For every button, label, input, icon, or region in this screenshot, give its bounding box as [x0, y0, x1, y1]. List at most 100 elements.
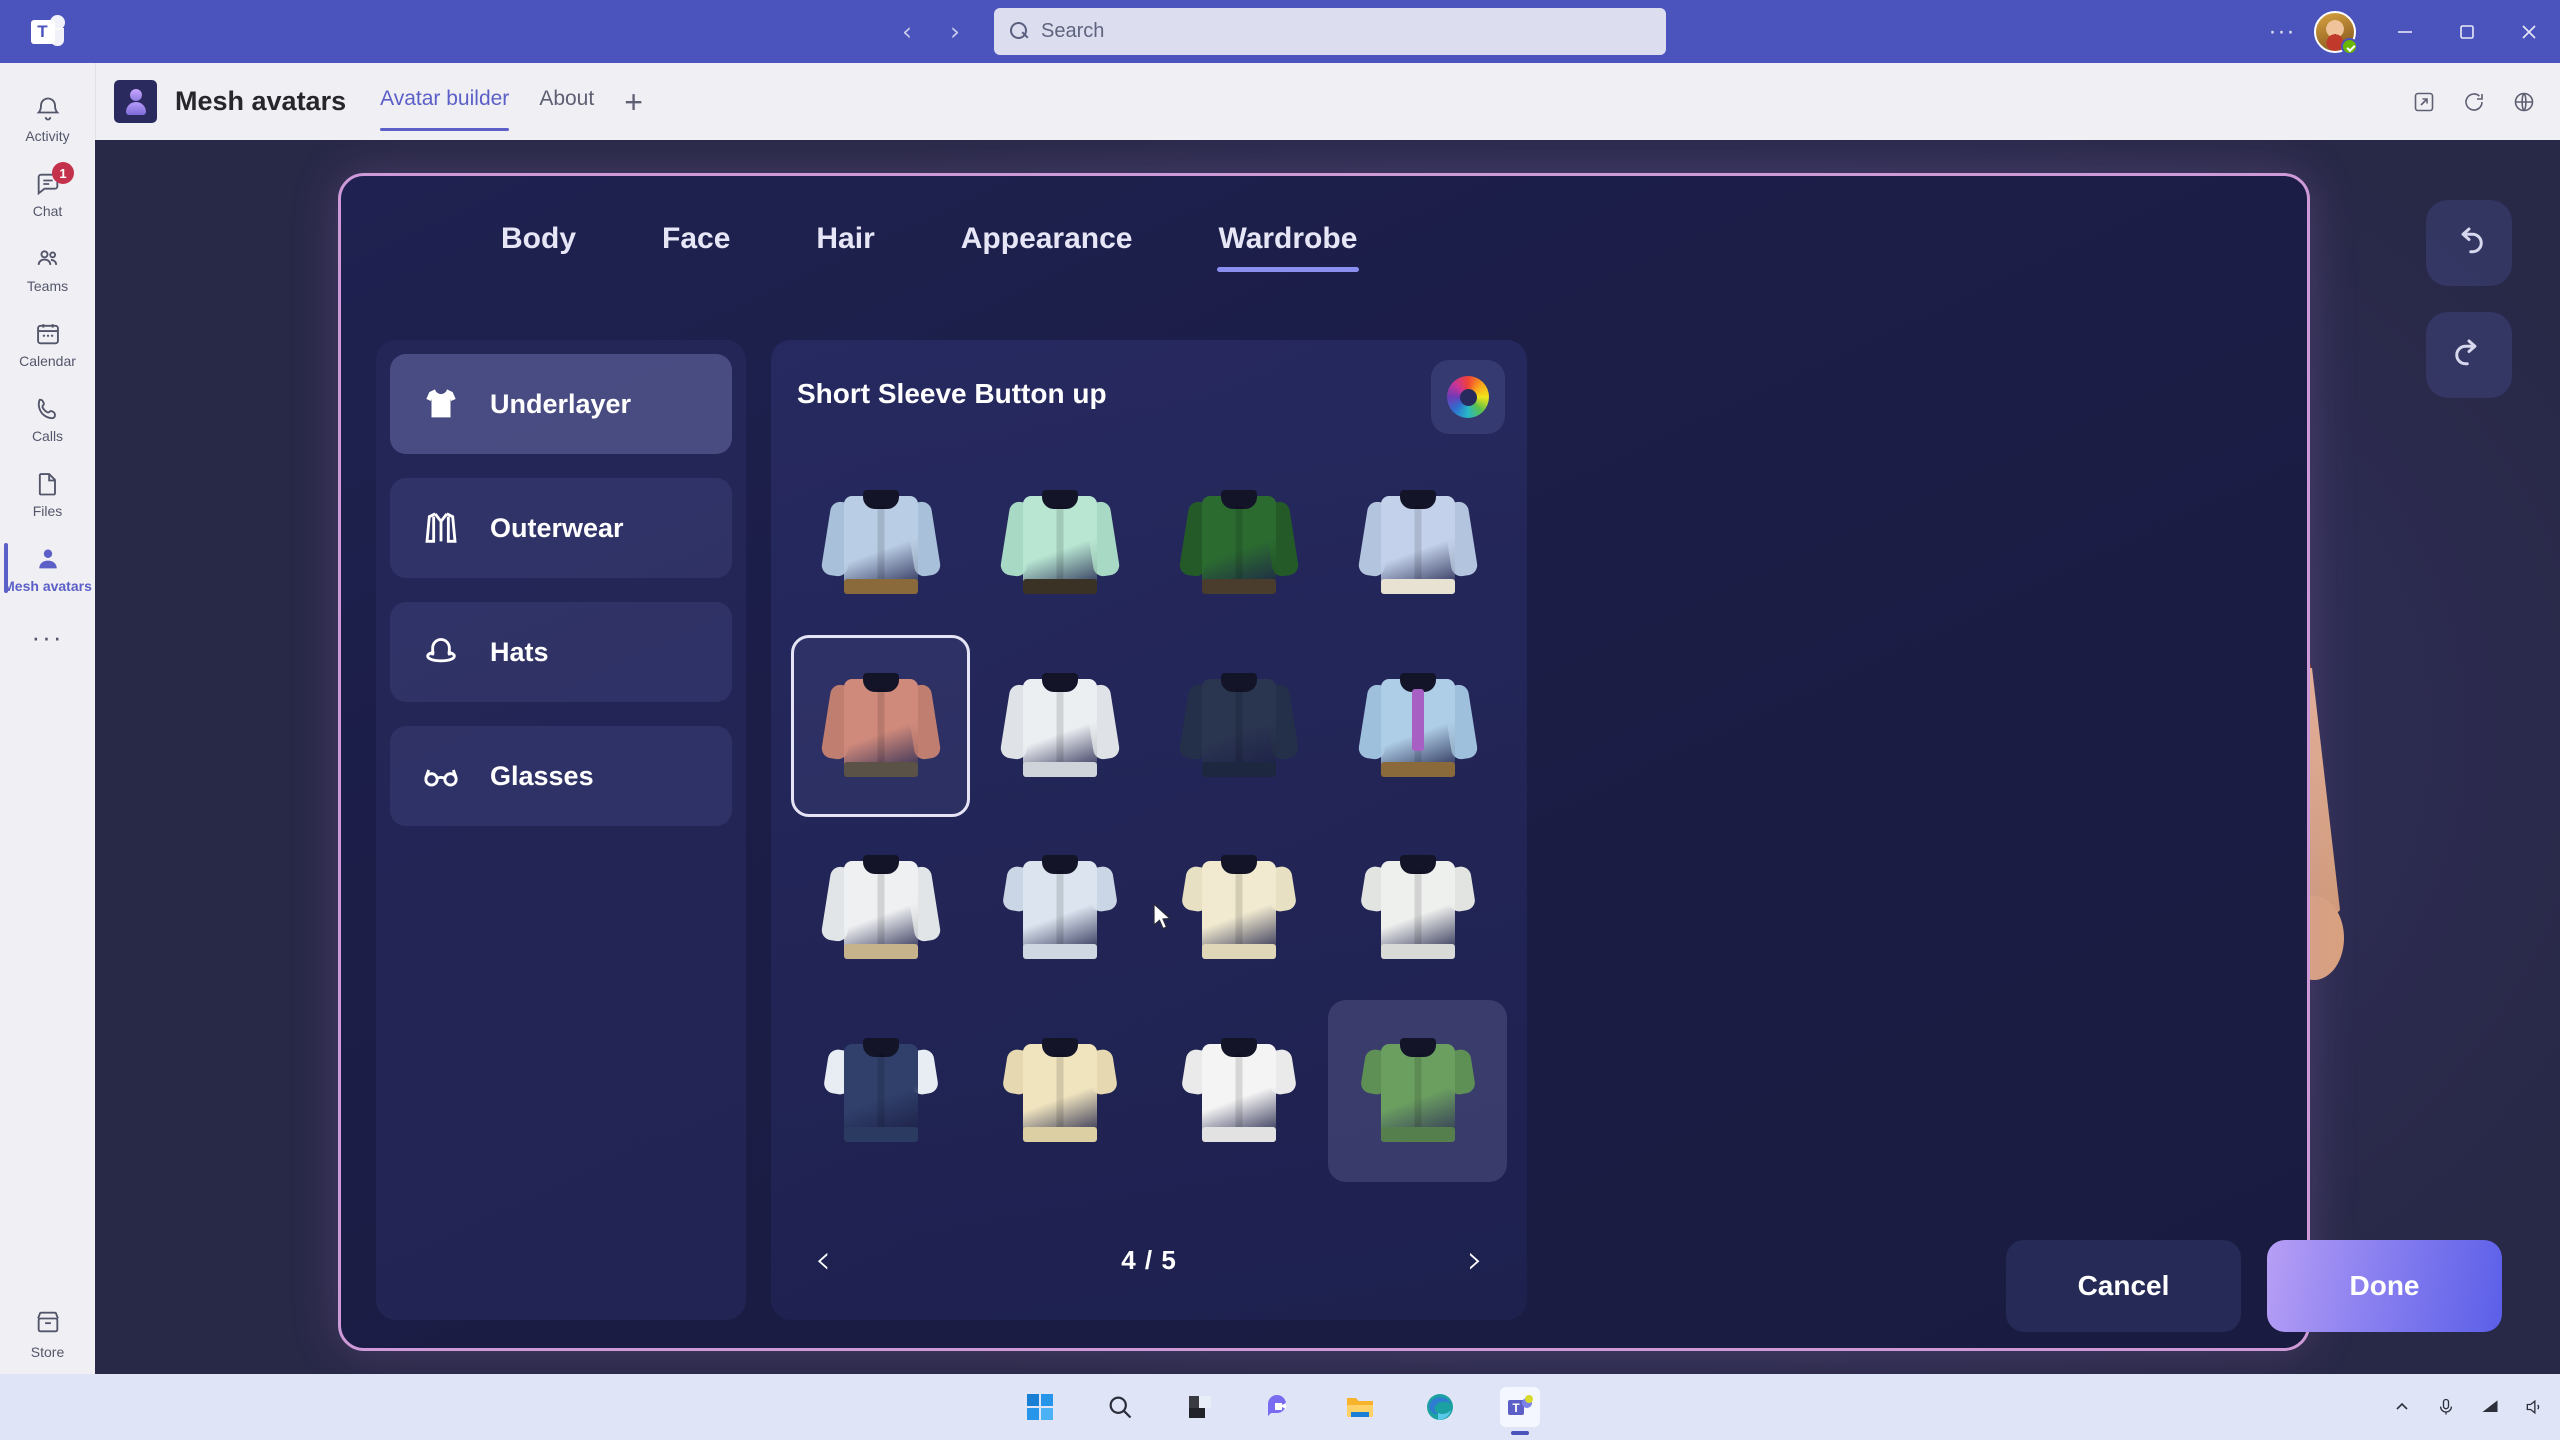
wardrobe-item-light-blue-dress-shirt[interactable]	[791, 452, 970, 635]
category-glasses[interactable]: Glasses	[390, 726, 732, 826]
sidebar-label-files: Files	[32, 503, 63, 519]
wardrobe-item-blue-pinstripe-shirt[interactable]	[1328, 452, 1507, 635]
wardrobe-item-white-suspender-shirt[interactable]	[791, 817, 970, 1000]
garment-thumbnail	[997, 1032, 1123, 1150]
sidebar-label-calendar: Calendar	[19, 353, 76, 369]
close-button[interactable]	[2498, 0, 2560, 63]
wardrobe-item-dark-green-jacket[interactable]	[1149, 452, 1328, 635]
edge-icon[interactable]	[1420, 1387, 1460, 1427]
chat-icon[interactable]	[1260, 1387, 1300, 1427]
cancel-button[interactable]: Cancel	[2006, 1240, 2241, 1332]
mesh-avatars-app-icon	[114, 80, 157, 123]
titlebar-more-button[interactable]: ···	[2256, 0, 2308, 63]
sidebar-label-calls: Calls	[31, 428, 64, 444]
tab-appearance[interactable]: Appearance	[961, 222, 1133, 272]
search-icon[interactable]	[1100, 1387, 1140, 1427]
sidebar-item-files[interactable]: Files	[0, 456, 95, 531]
category-underlayer[interactable]: Underlayer	[390, 354, 732, 454]
hat-icon	[418, 632, 464, 672]
search-input[interactable]: Search	[994, 8, 1666, 55]
globe-icon[interactable]	[2512, 90, 2536, 114]
network-icon[interactable]	[2480, 1397, 2500, 1417]
wardrobe-item-navy-vertical-stripe-shirt[interactable]	[791, 1000, 970, 1183]
sidebar-item-activity[interactable]: Activity	[0, 81, 95, 156]
volume-icon[interactable]	[2524, 1397, 2544, 1417]
microphone-icon[interactable]	[2436, 1397, 2456, 1417]
wardrobe-item-multicolor-confetti-shirt[interactable]	[1149, 1000, 1328, 1183]
system-tray	[2392, 1374, 2544, 1440]
open-in-new-icon[interactable]	[2412, 90, 2436, 114]
wardrobe-item-green-short-sleeve-shirt[interactable]	[1328, 999, 1507, 1182]
forward-button[interactable]: ›	[942, 19, 968, 44]
garment-thumbnail	[1176, 484, 1302, 602]
wardrobe-item-blue-striped-short-sleeve[interactable]	[970, 817, 1149, 1000]
search-icon	[1010, 22, 1029, 41]
builder-tabs: Body Face Hair Appearance Wardrobe	[341, 222, 2307, 272]
garment-thumbnail	[1355, 849, 1481, 967]
wardrobe-item-cream-floral-dot-shirt[interactable]	[1149, 817, 1328, 1000]
sidebar-more-button[interactable]: ···	[0, 606, 95, 668]
category-outerwear[interactable]: Outerwear	[390, 478, 732, 578]
file-explorer-icon[interactable]	[1340, 1387, 1380, 1427]
windows-start-icon[interactable]	[1020, 1387, 1060, 1427]
wardrobe-item-cream-tropical-shirt[interactable]	[970, 1000, 1149, 1183]
wardrobe-item-mint-dotted-shirt[interactable]	[970, 452, 1149, 635]
wardrobe-item-blue-shirt-purple-tie[interactable]	[1328, 635, 1507, 818]
sidebar-label-activity: Activity	[25, 128, 70, 144]
category-hats[interactable]: Hats	[390, 602, 732, 702]
sidebar-label-teams: Teams	[26, 278, 69, 294]
tab-body[interactable]: Body	[501, 222, 576, 272]
tab-face[interactable]: Face	[662, 222, 730, 272]
category-label-underlayer: Underlayer	[490, 388, 632, 419]
garment-thumbnail	[1355, 1032, 1481, 1150]
tab-wardrobe[interactable]: Wardrobe	[1216, 222, 1360, 272]
minimize-button[interactable]	[2374, 0, 2436, 63]
wardrobe-item-navy-plaid-shirt[interactable]	[1149, 635, 1328, 818]
glasses-icon	[418, 756, 464, 796]
app-header: Mesh avatars Avatar builder About +	[95, 63, 2560, 140]
avatar-builder-dialog: Body Face Hair Appearance Wardrobe Under…	[338, 173, 2310, 1351]
tab-avatar-builder[interactable]: Avatar builder	[380, 87, 510, 131]
wardrobe-item-white-line-pattern-shirt[interactable]	[1328, 817, 1507, 1000]
jacket-icon	[418, 508, 464, 548]
prev-page-button[interactable]: ‹	[815, 1240, 831, 1280]
sidebar-item-teams[interactable]: Teams	[0, 231, 95, 306]
add-tab-button[interactable]: +	[624, 86, 643, 118]
phone-icon	[34, 393, 62, 425]
tshirt-icon	[418, 384, 464, 424]
sidebar-item-store[interactable]: Store	[0, 1308, 95, 1360]
page-title: Mesh avatars	[175, 86, 347, 116]
tab-about[interactable]: About	[539, 87, 594, 117]
chevron-up-icon[interactable]	[2392, 1397, 2412, 1417]
sidebar-item-calendar[interactable]: Calendar	[0, 306, 95, 381]
back-button[interactable]: ‹	[894, 19, 920, 44]
garment-thumbnail	[997, 667, 1123, 785]
category-label-outerwear: Outerwear	[490, 512, 624, 543]
svg-text:T: T	[1512, 1401, 1520, 1415]
sidebar-item-mesh-avatars[interactable]: Mesh avatars	[0, 531, 95, 606]
garment-thumbnail	[1355, 667, 1481, 785]
refresh-icon[interactable]	[2462, 90, 2486, 114]
garment-thumbnail	[997, 484, 1123, 602]
avatar[interactable]	[2314, 10, 2358, 55]
page-indicator: 4 / 5	[1121, 1244, 1177, 1275]
teams-icon[interactable]: T	[1500, 1387, 1540, 1435]
wardrobe-item-salmon-button-up[interactable]	[791, 634, 970, 817]
category-label-glasses: Glasses	[490, 760, 594, 791]
next-page-button[interactable]: ›	[1467, 1240, 1483, 1280]
color-wheel-icon	[1447, 376, 1489, 418]
bell-icon	[34, 93, 62, 125]
tab-hair[interactable]: Hair	[816, 222, 874, 272]
done-button[interactable]: Done	[2267, 1240, 2502, 1332]
pagination: ‹ 4 / 5 ›	[771, 1240, 1527, 1280]
sidebar-label-chat: Chat	[32, 203, 63, 219]
item-panel-title: Short Sleeve Button up	[797, 378, 1107, 409]
garment-thumbnail	[1176, 667, 1302, 785]
wardrobe-item-white-dress-shirt[interactable]	[970, 635, 1149, 818]
sidebar-item-chat[interactable]: 1 Chat	[0, 156, 95, 231]
sidebar-item-calls[interactable]: Calls	[0, 381, 95, 456]
maximize-button[interactable]	[2436, 0, 2498, 63]
color-picker-button[interactable]	[1431, 360, 1505, 434]
task-view-icon[interactable]	[1180, 1387, 1220, 1427]
wardrobe-item-grid	[791, 452, 1507, 1182]
